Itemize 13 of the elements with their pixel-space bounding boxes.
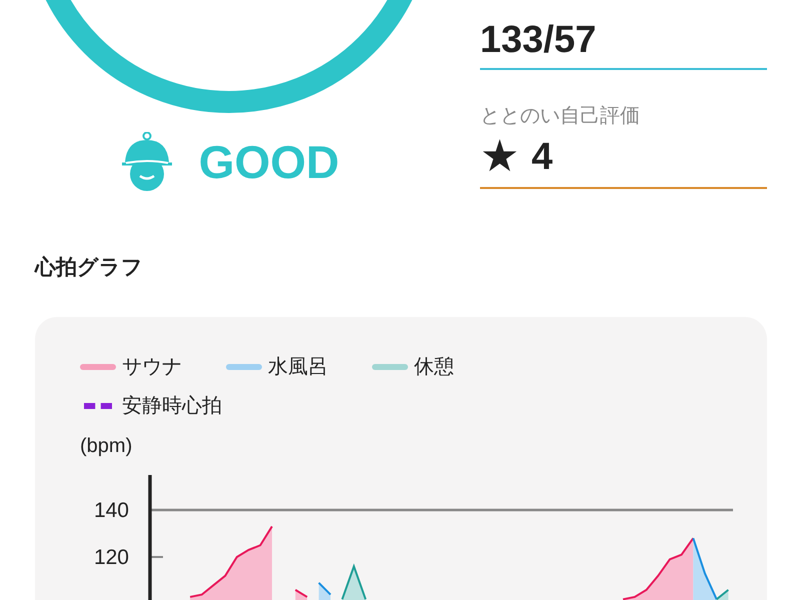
- metric-label: ととのい自己評価: [480, 104, 640, 129]
- section-title: 心拍グラフ: [35, 254, 143, 281]
- legend-label: サウナ: [122, 355, 182, 380]
- metric-value: 4: [531, 135, 553, 179]
- tick-label: 140: [94, 499, 129, 522]
- legend-label: 水風呂: [268, 355, 328, 380]
- axis-label: (bpm): [80, 435, 132, 458]
- legend-label: 安静時心拍: [122, 394, 222, 419]
- status-label: GOOD: [198, 139, 340, 185]
- star-icon: ★: [480, 133, 520, 181]
- tick-label: 120: [94, 546, 129, 569]
- legend-label: 休憩: [414, 355, 454, 380]
- metric-value: 133/57: [480, 18, 596, 62]
